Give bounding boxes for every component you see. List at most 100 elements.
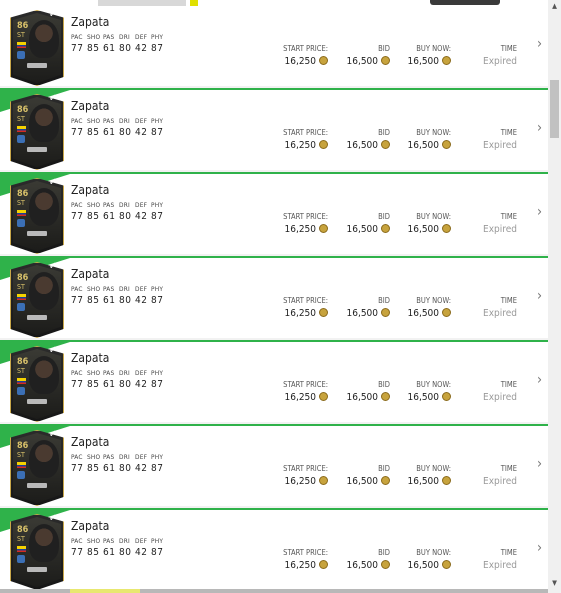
bid-value: 16,500 [347,560,390,571]
stat-value: 87 [151,127,164,138]
card-badge [27,63,47,68]
list-item[interactable]: 86 ST ✓ Zapata PAC SHO PAS DRI DEF PHY 77 85 61… [0,424,548,506]
check-icon: ✓ [49,513,57,524]
player-card[interactable]: 86 ST [10,430,64,506]
player-rating: 86 [17,273,29,283]
time-label: TIME [500,296,517,305]
stat-value: 77 [71,43,84,54]
list-item[interactable]: 86 ST ✓ Zapata PAC SHO PAS DRI DEF PHY 77 85 61… [0,256,548,338]
player-position: ST [17,115,25,123]
bid-value: 16,500 [347,392,390,403]
list-item[interactable]: 86 ST ✓ Zapata PAC SHO PAS DRI DEF PHY 77 85 61… [0,172,548,254]
scrollbar[interactable]: ▲ ▼ [548,0,561,593]
list-item[interactable]: 86 ST ✓ Zapata PAC SHO PAS DRI DEF PHY 77 85 61… [0,508,548,590]
time-label: TIME [500,128,517,137]
stat-labels: PAC SHO PAS DRI DEF PHY [71,285,167,293]
stat-value: 87 [151,295,164,306]
stat-label: PHY [151,33,164,41]
chevron-right-icon[interactable]: › [537,456,542,472]
scroll-down-arrow-icon[interactable]: ▼ [548,577,561,589]
stat-labels: PAC SHO PAS DRI DEF PHY [71,201,167,209]
chevron-right-icon[interactable]: › [537,120,542,136]
coin-icon [381,308,390,317]
player-name: Zapata [71,351,110,365]
chevron-right-icon[interactable]: › [537,204,542,220]
time-value: Expired [483,560,517,571]
player-portrait [29,188,59,226]
stat-label: PAC [71,201,83,209]
stat-values: 77 85 61 80 42 87 [71,127,167,138]
stat-label: SHO [87,201,101,209]
card-badge [27,483,47,488]
list-item[interactable]: 86 ST ✓ Zapata PAC SHO PAS DRI DEF PHY 77 85 61… [0,6,548,86]
player-portrait [29,20,59,58]
club-badge-icon [17,135,25,143]
start-price-value: 16,250 [285,560,328,571]
coin-icon [319,476,328,485]
stat-label: PAS [103,537,115,545]
player-card[interactable]: 86 ST [10,514,64,590]
player-name: Zapata [71,183,110,197]
start-price-label: START PRICE: [283,464,328,473]
stat-value: 42 [135,547,148,558]
coin-icon [319,560,328,569]
buy-now-label: BUY NOW: [416,212,451,221]
scrollbar-thumb[interactable] [550,80,559,138]
club-badge-icon [17,471,25,479]
club-badge-icon [17,303,25,311]
stat-labels: PAC SHO PAS DRI DEF PHY [71,369,167,377]
chevron-right-icon[interactable]: › [537,372,542,388]
chevron-right-icon[interactable]: › [537,36,542,52]
stat-value: 87 [151,547,164,558]
start-price-value: 16,250 [285,140,328,151]
coin-icon [319,224,328,233]
chevron-right-icon[interactable]: › [537,540,542,556]
player-portrait [29,440,59,478]
nation-flag-icon [17,378,26,384]
stat-label: SHO [87,117,101,125]
time-value: Expired [483,140,517,151]
bid-label: BID [378,44,390,53]
player-card[interactable]: 86 ST [10,346,64,422]
stat-label: PAC [71,369,83,377]
nation-flag-icon [17,546,26,552]
bid-value: 16,500 [347,308,390,319]
scroll-up-arrow-icon[interactable]: ▲ [548,0,561,12]
stat-label: DEF [135,201,148,209]
coin-icon [442,224,451,233]
stat-label: DRI [119,369,130,377]
stat-label: PAC [71,285,83,293]
stat-value: 42 [135,379,148,390]
player-card[interactable]: 86 ST [10,178,64,254]
player-card[interactable]: 86 ST [10,262,64,338]
stat-value: 80 [119,379,132,390]
stat-label: PAS [103,117,115,125]
coin-icon [381,140,390,149]
stat-value: 87 [151,211,164,222]
transfer-list: 86 ST ✓ Zapata PAC SHO PAS DRI DEF PHY 77 85 61… [0,6,548,592]
player-rating: 86 [17,105,29,115]
stat-label: PHY [151,285,164,293]
card-badge [27,315,47,320]
list-item[interactable]: 86 ST ✓ Zapata PAC SHO PAS DRI DEF PHY 77 85 61… [0,340,548,422]
bottom-edge-segment [70,589,140,593]
player-card[interactable]: 86 ST [10,94,64,170]
stat-label: DRI [119,117,130,125]
bid-label: BID [378,548,390,557]
player-rating: 86 [17,441,29,451]
chevron-right-icon[interactable]: › [537,288,542,304]
stat-value: 85 [87,547,100,558]
coin-icon [319,392,328,401]
buy-now-value: 16,500 [408,476,451,487]
player-position: ST [17,367,25,375]
buy-now-label: BUY NOW: [416,44,451,53]
start-price-label: START PRICE: [283,128,328,137]
stat-value: 85 [87,463,100,474]
card-badge [27,147,47,152]
player-card[interactable]: 86 ST [10,10,64,86]
stat-label: PAS [103,369,115,377]
coin-icon [442,140,451,149]
list-item[interactable]: 86 ST ✓ Zapata PAC SHO PAS DRI DEF PHY 77 85 61… [0,88,548,170]
start-price-value: 16,250 [285,476,328,487]
coin-icon [319,56,328,65]
